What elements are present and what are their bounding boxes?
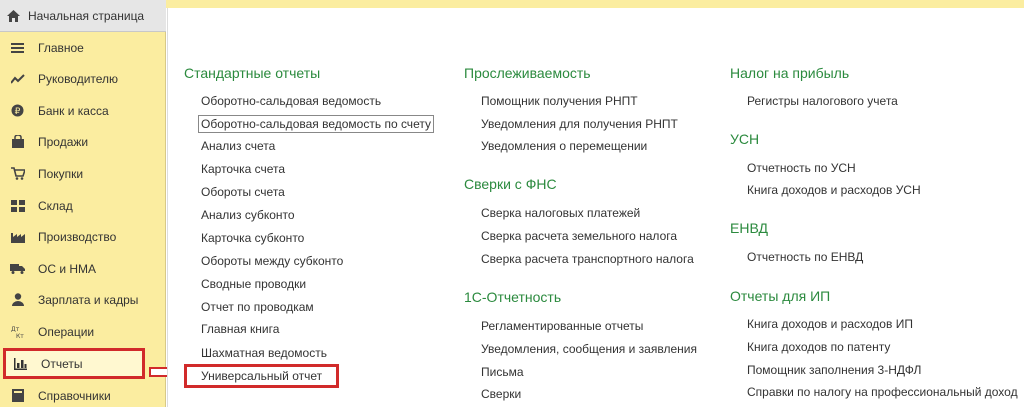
link-letters[interactable]: Письма xyxy=(481,365,524,379)
sidebar-item-label: ОС и НМА xyxy=(38,261,97,276)
section-title-1c-reporting: 1С-Отчетность xyxy=(464,289,562,305)
section-title-profit-tax: Налог на прибыль xyxy=(730,65,850,81)
link-notifications-statements[interactable]: Уведомления, сообщения и заявления xyxy=(481,342,697,356)
link-envd-reporting[interactable]: Отчетность по ЕНВД xyxy=(747,250,863,264)
svg-text:Кт: Кт xyxy=(16,333,24,338)
link-account-card[interactable]: Карточка счета xyxy=(201,162,285,176)
link-rnpt-assistant[interactable]: Помощник получения РНПТ xyxy=(481,94,638,108)
link-osv[interactable]: Оборотно-сальдовая ведомость xyxy=(201,94,381,108)
link-tax-payments-reconciliation[interactable]: Сверка налоговых платежей xyxy=(481,206,640,220)
sidebar-item-label: Операции xyxy=(38,324,95,339)
svg-text:Дт: Дт xyxy=(11,326,20,333)
link-move-notifications[interactable]: Уведомления о перемещении xyxy=(481,139,647,153)
home-icon xyxy=(6,9,20,23)
svg-text:₽: ₽ xyxy=(15,107,21,117)
link-land-tax-reconciliation[interactable]: Сверка расчета земельного налога xyxy=(481,229,677,243)
link-subconto-card[interactable]: Карточка субконто xyxy=(201,231,304,245)
sidebar-item-manager[interactable]: Руководителю xyxy=(0,63,166,94)
sidebar-item-sales[interactable]: Продажи xyxy=(0,126,166,157)
sidebar-item-label: Главное xyxy=(38,40,84,55)
link-osv-by-account[interactable]: Оборотно-сальдовая ведомость по счету xyxy=(198,115,434,133)
shopping-bag-icon xyxy=(9,134,26,149)
sidebar-item-production[interactable]: Производство xyxy=(0,221,166,252)
section-title-fns-reconciliation: Сверки с ФНС xyxy=(464,176,557,192)
top-bar xyxy=(166,0,1024,8)
coin-icon: ₽ xyxy=(9,103,26,118)
sidebar-item-label: Руководителю xyxy=(38,71,119,86)
home-tab-label: Начальная страница xyxy=(28,8,145,23)
sidebar-item-bank[interactable]: ₽ Банк и касса xyxy=(0,95,166,126)
truck-icon xyxy=(9,261,26,276)
sidebar-item-label: Склад xyxy=(38,198,73,213)
cart-icon xyxy=(9,166,26,181)
link-3ndfl-assistant[interactable]: Помощник заполнения 3-НДФЛ xyxy=(747,363,921,377)
sidebar-item-label: Производство xyxy=(38,229,117,244)
sidebar-item-label: Справочники xyxy=(38,388,111,403)
link-tax-registers[interactable]: Регистры налогового учета xyxy=(747,94,898,108)
link-account-analysis[interactable]: Анализ счета xyxy=(201,139,275,153)
link-chess-statement[interactable]: Шахматная ведомость xyxy=(201,346,327,360)
link-regulated-reports[interactable]: Регламентированные отчеты xyxy=(481,319,643,333)
link-reconciliations[interactable]: Сверки xyxy=(481,387,521,401)
link-transport-tax-reconciliation[interactable]: Сверка расчета транспортного налога xyxy=(481,252,694,266)
link-ip-income-book[interactable]: Книга доходов и расходов ИП xyxy=(747,317,913,331)
link-entries-report[interactable]: Отчет по проводкам xyxy=(201,300,314,314)
sidebar-item-label: Отчеты xyxy=(41,356,83,371)
link-summary-entries[interactable]: Сводные проводки xyxy=(201,277,306,291)
sidebar-item-references[interactable]: Справочники xyxy=(0,380,166,407)
link-universal-report[interactable]: Универсальный отчет xyxy=(184,364,340,388)
sidebar-item-purchases[interactable]: Покупки xyxy=(0,158,166,189)
sidebar-item-operations[interactable]: Дт Кт Операции xyxy=(0,316,166,347)
section-title-standard-reports: Стандартные отчеты xyxy=(184,65,321,81)
bar-chart-icon xyxy=(12,356,29,371)
sidebar: Начальная страница Главное Руководителю … xyxy=(0,0,166,407)
link-professional-income-tax[interactable]: Справки по налогу на профессиональный до… xyxy=(747,385,1018,399)
operations-icon: Дт Кт xyxy=(9,324,26,339)
section-title-ip-reports: Отчеты для ИП xyxy=(730,288,831,304)
sidebar-item-salary[interactable]: Зарплата и кадры xyxy=(0,284,166,315)
link-usn-reporting[interactable]: Отчетность по УСН xyxy=(747,161,856,175)
warehouse-icon xyxy=(9,198,26,213)
section-title-traceability: Прослеживаемость xyxy=(464,65,591,81)
section-title-envd: ЕНВД xyxy=(730,220,768,236)
link-patent-income-book[interactable]: Книга доходов по патенту xyxy=(747,340,890,354)
link-rnpt-notifications[interactable]: Уведомления для получения РНПТ xyxy=(481,117,678,131)
person-icon xyxy=(9,292,26,307)
link-usn-income-book[interactable]: Книга доходов и расходов УСН xyxy=(747,183,921,197)
reports-panel: Стандартные отчеты Оборотно-сальдовая ве… xyxy=(167,8,1024,407)
sidebar-item-fixed-assets[interactable]: ОС и НМА xyxy=(0,253,166,284)
sidebar-item-main[interactable]: Главное xyxy=(0,32,166,63)
menu-lines-icon xyxy=(9,40,26,55)
sidebar-item-label: Зарплата и кадры xyxy=(38,292,139,307)
link-subconto-analysis[interactable]: Анализ субконто xyxy=(201,208,295,222)
sidebar-item-label: Продажи xyxy=(38,134,89,149)
factory-icon xyxy=(9,229,26,244)
sidebar-item-warehouse[interactable]: Склад xyxy=(0,190,166,221)
sidebar-item-reports[interactable]: Отчеты xyxy=(3,348,145,379)
book-icon xyxy=(9,388,26,403)
link-general-ledger[interactable]: Главная книга xyxy=(201,322,279,336)
sidebar-item-label: Покупки xyxy=(38,166,84,181)
sidebar-item-label: Банк и касса xyxy=(38,103,109,118)
link-subconto-turnover[interactable]: Обороты между субконто xyxy=(201,254,343,268)
home-tab[interactable]: Начальная страница xyxy=(0,0,166,32)
link-account-turnover[interactable]: Обороты счета xyxy=(201,185,285,199)
trend-chart-icon xyxy=(9,71,26,86)
section-title-usn: УСН xyxy=(730,131,760,147)
